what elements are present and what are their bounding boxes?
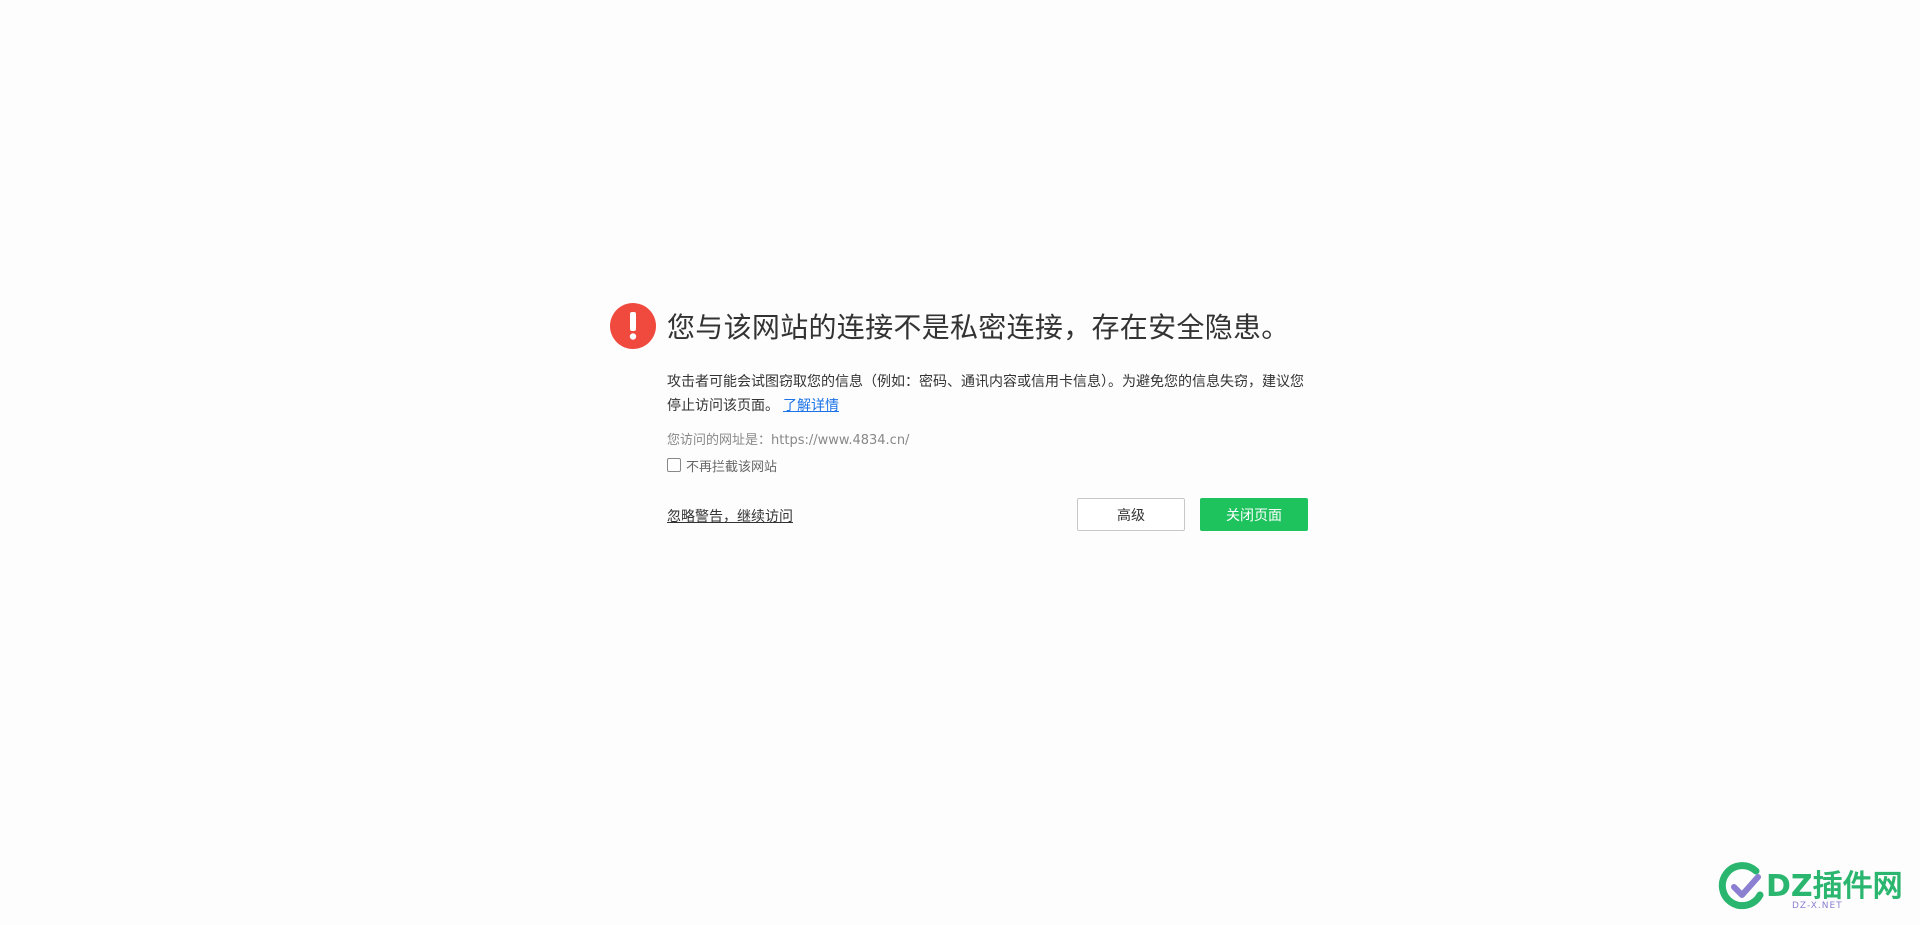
dont-block-label[interactable]: 不再拦截该网站 (686, 456, 777, 475)
dont-block-row[interactable]: 不再拦截该网站 (667, 456, 1317, 475)
description-text: 攻击者可能会试图窃取您的信息（例如：密码、通讯内容或信用卡信息）。为避免您的信息… (667, 374, 1304, 414)
action-bar: 忽略警告，继续访问 高级 关闭页面 (667, 498, 1317, 532)
ignore-warning-link[interactable]: 忽略警告，继续访问 (667, 506, 793, 526)
warning-description: 攻击者可能会试图窃取您的信息（例如：密码、通讯内容或信用卡信息）。为避免您的信息… (667, 370, 1317, 418)
dz-logo-icon (1718, 861, 1766, 917)
learn-more-link[interactable]: 了解详情 (783, 398, 839, 414)
warning-body: 攻击者可能会试图窃取您的信息（例如：密码、通讯内容或信用卡信息）。为避免您的信息… (667, 370, 1317, 532)
watermark-brand: DZ插件网 (1766, 869, 1903, 904)
watermark-sub: DZ-X.NET (1792, 901, 1843, 911)
exclamation-icon (610, 303, 656, 349)
visited-url-label: 您访问的网址是： (667, 433, 772, 448)
title-row: 您与该网站的连接不是私密连接，存在安全隐患。 (610, 302, 1310, 350)
visited-url-line: 您访问的网址是：https://www.4834.cn/ (667, 432, 1317, 450)
close-page-button[interactable]: 关闭页面 (1200, 498, 1308, 531)
page: 您与该网站的连接不是私密连接，存在安全隐患。 攻击者可能会试图窃取您的信息（例如… (0, 0, 1920, 925)
page-title: 您与该网站的连接不是私密连接，存在安全隐患。 (667, 311, 1290, 344)
security-warning: 您与该网站的连接不是私密连接，存在安全隐患。 攻击者可能会试图窃取您的信息（例如… (610, 302, 1310, 532)
advanced-button[interactable]: 高级 (1077, 498, 1185, 531)
watermark: DZ插件网 DZ-X.NET (1718, 857, 1908, 915)
visited-url: https://www.4834.cn/ (771, 433, 910, 448)
dont-block-checkbox[interactable] (667, 458, 681, 472)
